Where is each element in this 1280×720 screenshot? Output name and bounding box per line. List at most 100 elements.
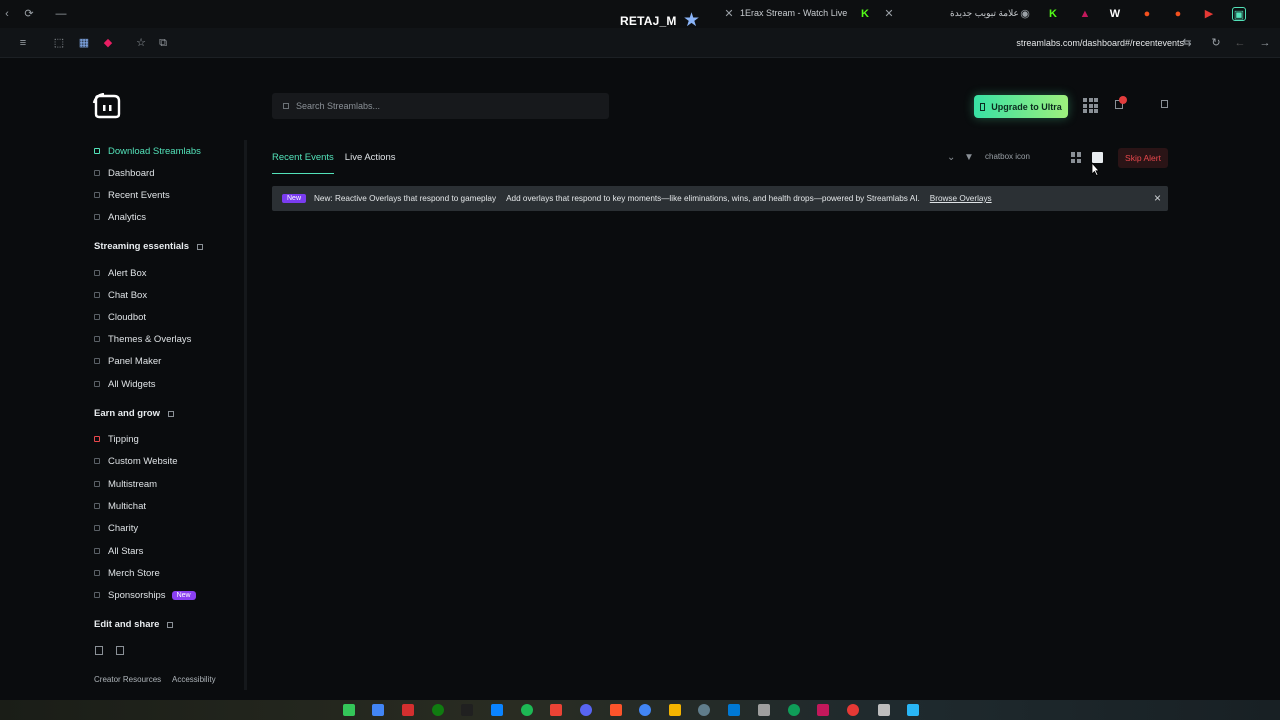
close-tab-icon-2[interactable]: ✕ xyxy=(882,7,896,21)
minimize-icon[interactable]: — xyxy=(54,7,68,21)
taskbar-brave-icon[interactable] xyxy=(610,704,622,716)
tab-icon-orange[interactable]: ● xyxy=(1140,7,1154,21)
extension-icon[interactable]: ⬚ xyxy=(52,36,66,50)
skip-alert-button[interactable]: Skip Alert xyxy=(1118,148,1168,168)
shield-icon[interactable]: ◆ xyxy=(101,36,115,50)
chatbox-toggle[interactable]: chatbox icon xyxy=(985,152,1059,164)
collapse-icon[interactable] xyxy=(197,243,204,250)
multistream-icon xyxy=(94,481,100,487)
profile-icon[interactable] xyxy=(1161,100,1168,108)
sidebar-item-sponsorships[interactable]: Sponsorships New xyxy=(94,588,196,602)
sidebar-item-alert-box[interactable]: Alert Box xyxy=(94,266,147,280)
taskbar-app-icon-8[interactable] xyxy=(878,704,890,716)
sidebar-item-multichat[interactable]: Multichat xyxy=(94,499,146,513)
sidebar-item-panel-maker[interactable]: Panel Maker xyxy=(94,354,161,368)
sidebar-item-dashboard[interactable]: Dashboard xyxy=(94,166,154,180)
section-edit-and-share[interactable]: Edit and share xyxy=(94,619,174,630)
sidebar-item-chat-box[interactable]: Chat Box xyxy=(94,288,147,302)
taskbar-discord-icon[interactable] xyxy=(580,704,592,716)
forward-icon[interactable]: → xyxy=(1258,36,1272,50)
back-icon[interactable]: ← xyxy=(1233,36,1247,50)
taskbar-app-icon-7[interactable] xyxy=(847,704,859,716)
grid-view-icon[interactable] xyxy=(1071,152,1082,163)
analytics-icon xyxy=(94,214,100,220)
section-streaming-essentials[interactable]: Streaming essentials xyxy=(94,241,204,252)
taskbar-settings-icon[interactable] xyxy=(698,704,710,716)
sidebar-item-merch-store[interactable]: Merch Store xyxy=(94,566,160,580)
charity-icon xyxy=(94,525,100,531)
sidebar-item-cloudbot[interactable]: Cloudbot xyxy=(94,310,146,324)
streamlabs-logo-icon[interactable] xyxy=(92,93,122,119)
new-badge: New xyxy=(282,194,307,203)
filter-icon[interactable]: ▼ xyxy=(964,152,974,163)
taskbar-xbox-icon[interactable] xyxy=(432,704,444,716)
back-tabs-icon[interactable]: ‹ xyxy=(0,7,14,21)
tab-new-tab[interactable]: علامة تبويب جديدة xyxy=(950,8,1019,19)
sidebar-menu-icon[interactable]: ≡ xyxy=(16,36,30,50)
taskbar-app-icon-6[interactable] xyxy=(817,704,829,716)
apps-grid-icon[interactable] xyxy=(1083,98,1098,113)
kick-tab-icon[interactable]: K xyxy=(1046,7,1060,21)
bookmark-star-icon[interactable]: ☆ xyxy=(134,36,148,50)
taskbar-app-icon-2[interactable] xyxy=(402,704,414,716)
banner-title: New: Reactive Overlays that respond to g… xyxy=(314,194,497,203)
taskbar-app-icon-3[interactable] xyxy=(491,704,503,716)
sidebar-item-tipping[interactable]: Tipping xyxy=(94,432,139,446)
sidebar-item-all-widgets[interactable]: All Widgets xyxy=(94,377,156,391)
upgrade-to-ultra-button[interactable]: Upgrade to Ultra xyxy=(974,95,1068,118)
tab-live-actions[interactable]: Live Actions xyxy=(345,148,396,174)
taskbar-folder-icon[interactable] xyxy=(669,704,681,716)
streamlabs-tab-icon[interactable]: ▣ xyxy=(1232,7,1246,21)
sidebar-item-download-streamlabs[interactable]: Download Streamlabs xyxy=(94,144,201,158)
browse-overlays-link[interactable]: Browse Overlays xyxy=(930,194,992,203)
site-settings-icon[interactable]: ⇆ xyxy=(1180,36,1194,50)
search-bar[interactable] xyxy=(272,93,609,119)
tab-retaj[interactable]: RETAJ_M xyxy=(620,14,677,28)
share-tool-icon[interactable] xyxy=(116,646,124,655)
widgets-icon xyxy=(94,381,100,387)
chevron-down-icon[interactable]: ⌄ xyxy=(947,152,955,163)
collapse-icon[interactable] xyxy=(167,621,174,628)
share-icon[interactable]: ⧉ xyxy=(156,36,170,50)
search-input[interactable] xyxy=(296,101,596,111)
taskbar-spotify-icon[interactable] xyxy=(521,704,533,716)
taskbar-app-icon-4[interactable] xyxy=(728,704,740,716)
taskbar-gmail-icon[interactable] xyxy=(550,704,562,716)
sidebar-item-custom-website[interactable]: Custom Website xyxy=(94,454,178,468)
address-url[interactable]: streamlabs.com/dashboard#/recentevents xyxy=(1016,38,1184,48)
sidebar-item-all-stars[interactable]: All Stars xyxy=(94,544,143,558)
tab-recent-events[interactable]: Recent Events xyxy=(272,148,334,174)
sidebar-item-recent-events[interactable]: Recent Events xyxy=(94,188,170,202)
panel-maker-icon xyxy=(94,358,100,364)
youtube-tab-icon[interactable]: ▶ xyxy=(1202,7,1216,21)
sidebar-item-themes-overlays[interactable]: Themes & Overlays xyxy=(94,332,191,346)
app-window: ‹ ⟳ — RETAJ_M ★ ✕ 1Erax Stream - Watch L… xyxy=(0,0,1280,720)
taskbar-app-icon-1[interactable] xyxy=(343,704,355,716)
close-tab-icon[interactable]: ✕ xyxy=(722,7,736,21)
windows-start-icon[interactable] xyxy=(907,704,919,716)
taskbar-chrome-icon-2[interactable] xyxy=(639,704,651,716)
taskbar-chrome-icon[interactable] xyxy=(372,704,384,716)
taskbar-terminal-icon[interactable] xyxy=(461,704,473,716)
tab-erax-stream[interactable]: 1Erax Stream - Watch Live on K xyxy=(740,8,850,18)
section-earn-and-grow[interactable]: Earn and grow xyxy=(94,408,174,419)
new-badge: New xyxy=(171,590,196,600)
edit-tool-icon[interactable] xyxy=(95,646,103,655)
translate-icon[interactable]: ▦ xyxy=(77,36,91,50)
taskbar-edge-icon[interactable] xyxy=(788,704,800,716)
accessibility-link[interactable]: Accessibility xyxy=(172,675,216,684)
tab-icon-w[interactable]: W xyxy=(1108,7,1122,21)
collapse-icon[interactable] xyxy=(167,410,174,417)
sidebar-item-charity[interactable]: Charity xyxy=(94,521,138,535)
close-icon[interactable]: × xyxy=(1154,191,1161,205)
os-taskbar xyxy=(0,700,1280,720)
tab-icon-orange-2[interactable]: ● xyxy=(1171,7,1185,21)
sidebar-item-analytics[interactable]: Analytics xyxy=(94,210,146,224)
creator-resources-link[interactable]: Creator Resources xyxy=(94,675,161,684)
taskbar-app-icon-5[interactable] xyxy=(758,704,770,716)
reload-small-icon[interactable]: ⟳ xyxy=(22,7,36,21)
reload-icon[interactable]: ↻ xyxy=(1209,36,1223,50)
tab-icon-pink[interactable]: ▲ xyxy=(1078,7,1092,21)
sidebar-item-multistream[interactable]: Multistream xyxy=(94,477,157,491)
sidebar-scrollbar[interactable] xyxy=(244,140,247,690)
